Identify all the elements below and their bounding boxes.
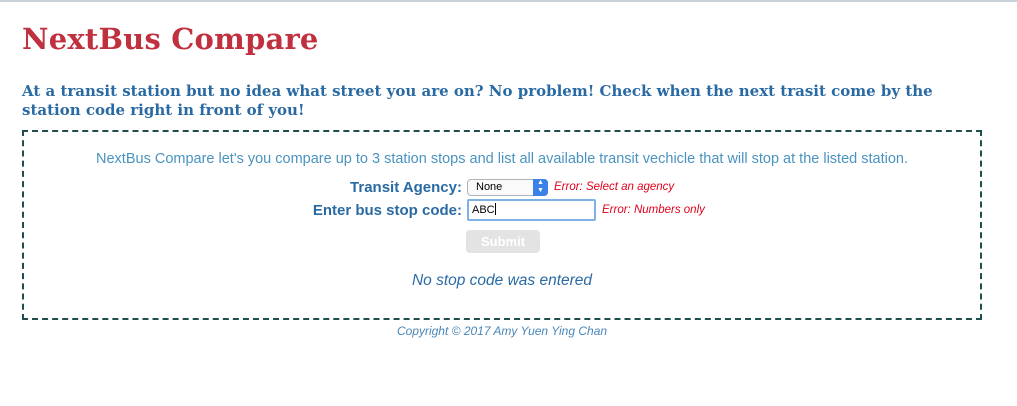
select-arrows-icon: ▲ ▼ xyxy=(533,178,548,196)
main-panel: NextBus Compare let's you compare up to … xyxy=(22,130,982,320)
intro-text: NextBus Compare let's you compare up to … xyxy=(96,151,908,167)
stop-code-error: Error: Numbers only xyxy=(602,204,705,216)
submit-button[interactable]: Submit xyxy=(466,230,540,253)
agency-error: Error: Select an agency xyxy=(554,181,675,193)
stop-code-value: ABC xyxy=(472,204,495,216)
copyright-footer: Copyright © 2017 Amy Yuen Ying Chan xyxy=(396,324,608,338)
agency-select-value: None xyxy=(476,180,503,193)
agency-select[interactable]: None ▲ ▼ xyxy=(467,178,548,196)
stop-code-input[interactable]: ABC xyxy=(467,199,596,221)
agency-row: Transit Agency: None ▲ ▼ Error: Select an… xyxy=(312,176,674,198)
status-message: No stop code was entered xyxy=(411,272,593,289)
text-caret xyxy=(494,203,496,215)
tagline: At a transit station but no idea what st… xyxy=(22,82,933,119)
page-title: NextBus Compare xyxy=(22,22,319,56)
stop-code-label: Enter bus stop code: xyxy=(312,201,462,219)
agency-label: Transit Agency: xyxy=(350,178,462,196)
top-border-line xyxy=(0,0,1017,2)
stop-code-row: Enter bus stop code: ABC Error: Numbers … xyxy=(312,198,705,222)
